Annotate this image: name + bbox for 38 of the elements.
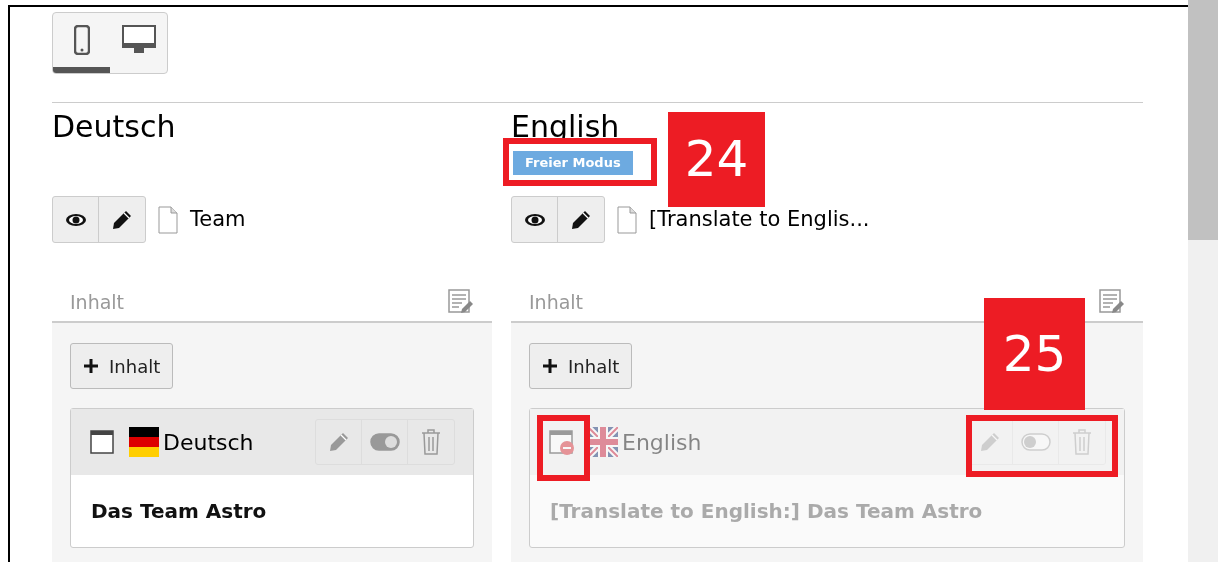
add-content-button[interactable]: Inhalt [70, 343, 174, 389]
toggle-icon [1020, 433, 1051, 451]
pencil-icon [111, 208, 133, 231]
content-title: [Translate to English:] Das Team Astro [550, 498, 983, 525]
language-heading: English [511, 108, 620, 146]
pencil-icon [570, 208, 592, 231]
eye-icon [523, 212, 546, 227]
scrollbar[interactable] [1188, 0, 1218, 562]
annotation-number: 25 [984, 298, 1085, 410]
language-heading: Deutsch [52, 108, 176, 146]
language-name: Deutsch [163, 428, 254, 457]
monitor-icon [121, 25, 156, 55]
toggle-icon [369, 433, 400, 451]
hidden-content-icon [548, 428, 576, 456]
flag-icon [588, 427, 618, 457]
add-content-button[interactable]: Inhalt [529, 343, 633, 389]
edit-list-icon[interactable] [1099, 289, 1125, 315]
flag-icon [129, 427, 159, 457]
trash-icon [1072, 429, 1092, 455]
phone-icon [73, 25, 90, 55]
edit-list-icon[interactable] [448, 289, 474, 315]
pencil-icon [327, 431, 350, 453]
trash-icon [421, 429, 441, 455]
mode-label: Freier Modus [513, 151, 633, 175]
plus-icon [542, 358, 558, 374]
pencil-icon [978, 431, 1001, 453]
highlight-frame [537, 415, 590, 481]
content-title: Das Team Astro [91, 498, 267, 525]
page-title[interactable]: Team [190, 203, 246, 236]
content-type-icon [89, 428, 117, 456]
language-name: English [622, 428, 702, 457]
section-label: Inhalt [70, 289, 125, 315]
section-label: Inhalt [529, 289, 584, 315]
plus-icon [83, 358, 99, 374]
eye-icon [64, 212, 87, 227]
document-icon [617, 205, 637, 234]
document-icon [158, 205, 178, 234]
annotation-number: 24 [668, 112, 765, 207]
